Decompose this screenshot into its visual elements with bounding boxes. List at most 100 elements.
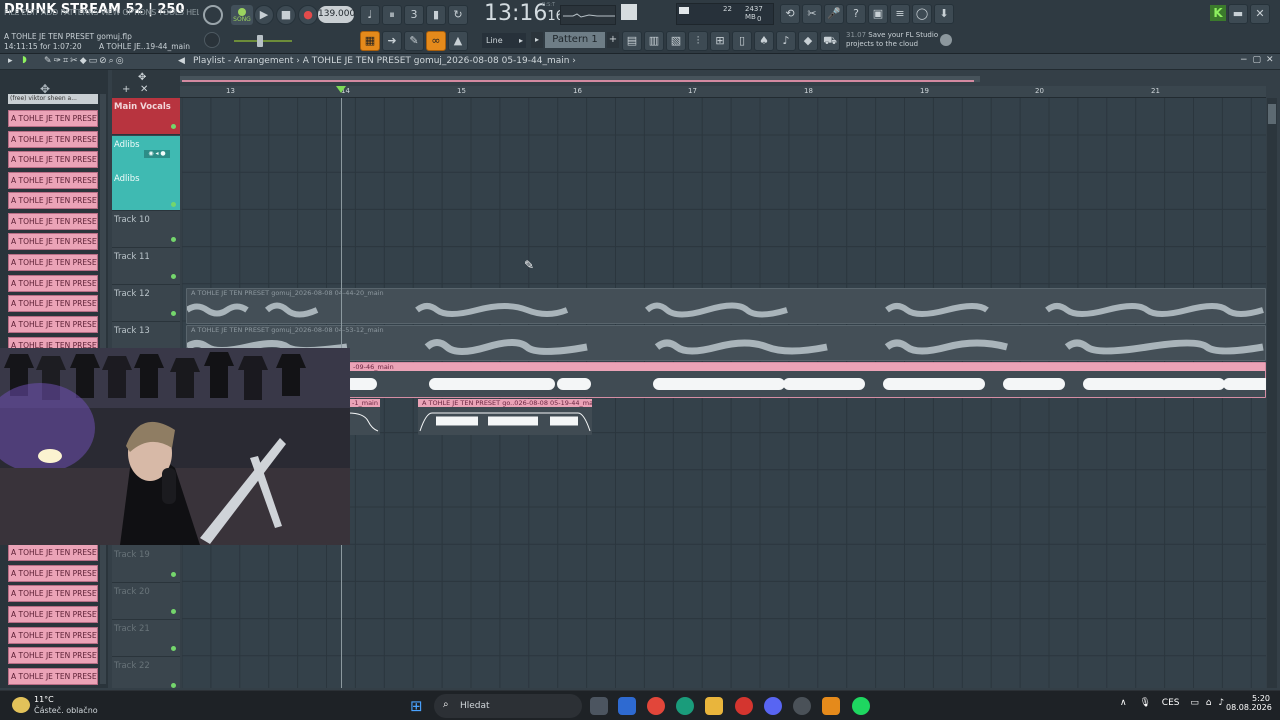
task-view-icon[interactable] (590, 697, 608, 715)
pattern-prev-icon[interactable]: ▸ (531, 32, 543, 48)
track-12[interactable]: Track 12 (112, 285, 180, 322)
picker-clip-item[interactable]: A TOHLE JE TEN PRESET g (8, 565, 98, 582)
menu-add[interactable]: ADD (41, 8, 58, 17)
clip-track-12[interactable]: A TOHLE JE TEN PRESET gomuj_2026-08-08 0… (185, 288, 1266, 324)
track-11[interactable]: Track 11 (112, 248, 180, 285)
picker-clip-item[interactable]: A TOHLE JE TEN PRESET g (8, 544, 98, 561)
display-icon[interactable]: ▭ (1190, 698, 1199, 708)
record-button[interactable]: ● (298, 5, 318, 25)
picker-clip-item[interactable]: A TOHLE JE TEN PRESET g (8, 254, 98, 271)
spotify-icon[interactable] (852, 697, 870, 715)
clip-track-15b[interactable]: A TOHLE JE TEN PRESET go..026-08-08 05-1… (418, 399, 592, 435)
wait-input-icon[interactable]: ⏸ (382, 5, 402, 25)
picker-clip-item[interactable]: A TOHLE JE TEN PRESET g (8, 151, 98, 168)
picker-clip-item[interactable]: A TOHLE JE TEN PRESET g (8, 275, 98, 292)
magnet-icon[interactable]: ◗ (22, 55, 36, 67)
countdown-icon[interactable]: 3 (404, 5, 424, 25)
draw-icon[interactable]: ✎ (404, 31, 424, 51)
system-tray[interactable]: ∧ 🎙 CES ▭ ⌂ ♪ (1120, 698, 1224, 708)
picker-clip-item[interactable]: A TOHLE JE TEN PRESET g (8, 627, 98, 644)
taskbar-search[interactable]: Hledat (434, 694, 582, 718)
picker-clip-item[interactable]: A TOHLE JE TEN PRESET g (8, 233, 98, 250)
tempo-tapper-icon[interactable]: ◆ (798, 31, 818, 51)
clip-track-15a[interactable]: -1_main (347, 399, 380, 435)
zoom-icon[interactable]: ✥ (138, 72, 146, 83)
playlist-tools[interactable]: ✎✑⌗✂◆▭⊘⌕◎ (44, 56, 126, 66)
download-icon[interactable]: ⬇ (934, 4, 954, 24)
help-icon[interactable]: ? (846, 4, 866, 24)
picker-clip-item[interactable]: A TOHLE JE TEN PRESET g (8, 110, 98, 127)
picker-clip-item[interactable]: A TOHLE JE TEN PRESET g (8, 585, 98, 602)
master-pitch-slider[interactable] (257, 35, 263, 47)
close-window-icon[interactable]: ✕ (1250, 4, 1270, 24)
menu-patterns[interactable]: PATTERNS (60, 8, 98, 17)
paint-icon[interactable]: ▲ (448, 31, 468, 51)
menu-edit[interactable]: EDIT (22, 8, 40, 17)
cut-icon[interactable]: ✂ (802, 4, 822, 24)
version-badge-icon[interactable]: ▬ (1228, 4, 1248, 24)
track-10[interactable]: Track 10 (112, 211, 180, 248)
shop-icon[interactable]: ⛟ (820, 31, 840, 51)
mixer-icon[interactable]: ≡ (890, 4, 910, 24)
loop-record-icon[interactable]: ↻ (448, 5, 468, 25)
track-main-vocals[interactable]: Main Vocals (112, 98, 180, 135)
network-icon[interactable]: ⌂ (1206, 698, 1212, 708)
settings-icon[interactable] (793, 697, 811, 715)
picker-clip-item[interactable]: A TOHLE JE TEN PRESET g (8, 192, 98, 209)
master-volume-knob[interactable] (203, 5, 223, 25)
picker-clip-item[interactable]: A TOHLE JE TEN PRESET g (8, 172, 98, 189)
volume-icon[interactable]: ♪ (1218, 698, 1224, 708)
chat-icon[interactable]: ◯ (912, 4, 932, 24)
app-red-icon[interactable] (735, 697, 753, 715)
input-language[interactable]: CES (1162, 698, 1180, 708)
news-update-icon[interactable] (940, 34, 952, 46)
picker-clip-item[interactable]: A TOHLE JE TEN PRESET g (8, 647, 98, 664)
main-menu[interactable]: FILE EDIT ADD PATTERNS VIEW OPTIONS TOOL… (4, 8, 199, 17)
snap-selector[interactable]: Line ▸ (482, 33, 526, 48)
track-19[interactable]: Track 19 (112, 546, 180, 583)
mixer-view-icon[interactable]: ⫶ (688, 31, 708, 51)
vertical-scrollbar[interactable] (1267, 98, 1277, 688)
add-track-icon[interactable]: + (122, 84, 130, 95)
window-controls[interactable]: −▢✕ (1240, 55, 1279, 65)
step-edit-icon[interactable]: ▮ (426, 5, 446, 25)
menu-file[interactable]: FILE (4, 8, 20, 17)
taskbar-clock[interactable]: 5:20 08.08.2026 (1226, 694, 1272, 712)
typing-keyboard-icon[interactable]: ▦ (360, 31, 380, 51)
file-explorer-icon[interactable] (705, 697, 723, 715)
pattern-selector[interactable]: Pattern 1 (545, 32, 605, 48)
picker-clip-item[interactable]: A TOHLE JE TEN PRESET g (8, 606, 98, 623)
play-button[interactable]: ▶ (254, 5, 274, 25)
picker-clip-item[interactable]: A TOHLE JE TEN PRESET g (8, 295, 98, 312)
undo-icon[interactable]: ⟲ (780, 4, 800, 24)
windows-start-icon[interactable]: ⊞ (410, 697, 428, 715)
metronome-icon[interactable]: ♩ (360, 5, 380, 25)
fl-studio-taskbar-icon[interactable] (822, 697, 840, 715)
arrow-icon[interactable]: ➜ (382, 31, 402, 51)
browser-icon[interactable]: ⊞ (710, 31, 730, 51)
touch-keyboard-icon[interactable]: ♪ (776, 31, 796, 51)
link-icon[interactable]: ∞ (426, 31, 446, 51)
save-icon[interactable]: ▣ (868, 4, 888, 24)
picker-clip-item[interactable]: A TOHLE JE TEN PRESET g (8, 316, 98, 333)
microphone-icon[interactable]: 🎤 (824, 4, 844, 24)
menu-help[interactable]: HELP (186, 8, 199, 17)
tray-chevron-icon[interactable]: ∧ (1120, 698, 1127, 708)
track-adlibs-controls[interactable]: ◉ ◂ ● (144, 150, 170, 158)
scroll-left-icon[interactable]: ◀ (178, 56, 185, 66)
clip-track-14[interactable]: -09-46_main (345, 362, 1266, 398)
timeline-ruler[interactable]: 13 14 15 16 17 18 19 20 21 (180, 86, 1266, 98)
plugin-db-icon[interactable]: ▯ (732, 31, 752, 51)
picker-clip-item[interactable]: A TOHLE JE TEN PRESET g (8, 213, 98, 230)
picker-clip-item[interactable]: A TOHLE JE TEN PRESET g (8, 668, 98, 685)
microphone-tray-icon[interactable]: 🎙 (1139, 698, 1150, 708)
news-panel[interactable]: 31.07 Save your FL Studio projects to the… (846, 31, 938, 49)
playhead-marker[interactable] (336, 86, 346, 93)
menu-options[interactable]: OPTIONS (122, 8, 156, 17)
track-adlibs[interactable]: Adlibs Adlibs ◉ ◂ ● (112, 136, 180, 211)
menu-view[interactable]: VIEW (101, 8, 121, 17)
tempo-display[interactable]: 139.000 (318, 6, 355, 23)
track-21[interactable]: Track 21 (112, 620, 180, 657)
pitch-knob[interactable] (204, 32, 220, 48)
track-22[interactable]: Track 22 (112, 657, 180, 694)
